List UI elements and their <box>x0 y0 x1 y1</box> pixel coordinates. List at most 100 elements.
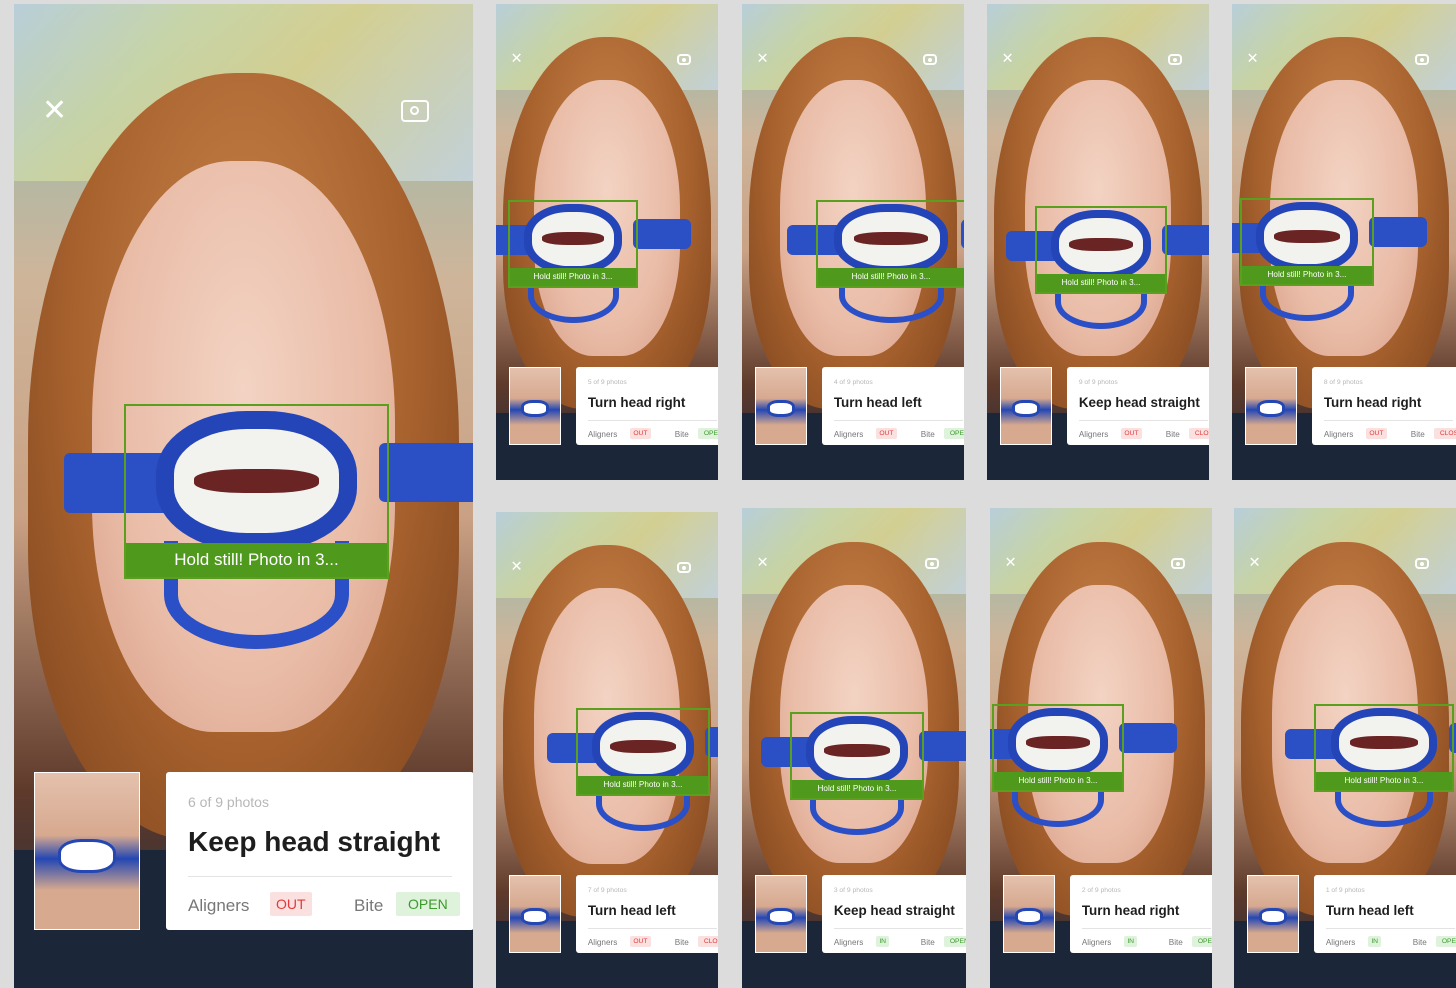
mouth-guide-frame: Hold still! Photo in 3... <box>1035 206 1167 294</box>
bite-status-badge: OPEN <box>1192 935 1212 948</box>
close-icon[interactable]: ✕ <box>42 96 67 126</box>
mouth-guide-frame: Hold still! Photo in 3... <box>992 704 1124 792</box>
previous-photo-thumbnail[interactable] <box>508 366 561 445</box>
photo-count: 3 of 9 photos <box>833 886 873 894</box>
photo-count: 9 of 9 photos <box>1078 378 1118 386</box>
previous-photo-thumbnail[interactable] <box>1246 874 1299 953</box>
aligners-status-badge: OUT <box>1121 427 1142 440</box>
guide-status-text: Hold still! Photo in 3... <box>792 779 922 798</box>
close-icon[interactable]: ✕ <box>1001 52 1013 67</box>
card-divider <box>188 876 452 877</box>
aligners-label: Aligners <box>188 896 250 915</box>
aligners-status-badge: OUT <box>876 427 897 440</box>
close-icon[interactable]: ✕ <box>1246 52 1258 67</box>
previous-photo-thumbnail[interactable] <box>754 366 807 445</box>
close-icon[interactable]: ✕ <box>510 560 522 575</box>
bite-status-badge: CLOSED <box>1434 427 1456 440</box>
bite-label: Bite <box>674 937 689 947</box>
mouth-guide-frame: Hold still! Photo in 3... <box>1314 704 1454 792</box>
capture-screen: Hold still! Photo in 3... ✕ 8 of 9 photos T… <box>1232 4 1456 480</box>
photo-count: 7 of 9 photos <box>587 886 627 894</box>
camera-switch-icon[interactable] <box>677 562 691 573</box>
capture-screen: Hold still! Photo in 3... ✕ 1 of 9 photos T… <box>1234 508 1456 988</box>
aligners-label: Aligners <box>1081 937 1112 947</box>
instruction-title: Turn head right <box>587 394 686 410</box>
mouth-guide-frame: Hold still! Photo in 3... <box>816 200 964 288</box>
mouth-guide-frame: Hold still! Photo in 3... <box>576 708 710 796</box>
card-divider <box>833 927 963 929</box>
instruction-title: Turn head right <box>1081 902 1180 918</box>
guide-status-text: Hold still! Photo in 3... <box>1242 265 1372 284</box>
aligners-status-badge: OUT <box>630 427 651 440</box>
aligners-label: Aligners <box>587 429 618 439</box>
capture-screen: Hold still! Photo in 3... ✕ 7 of 9 photos T… <box>496 512 718 988</box>
camera-switch-icon[interactable] <box>677 54 691 65</box>
bite-label: Bite <box>1165 429 1180 439</box>
previous-photo-thumbnail[interactable] <box>1002 874 1055 953</box>
bite-label: Bite <box>354 896 384 915</box>
instruction-title: Turn head left <box>833 394 922 410</box>
previous-photo-thumbnail[interactable] <box>754 874 807 953</box>
aligners-label: Aligners <box>587 937 618 947</box>
instruction-card: 1 of 9 photos Turn head left Aligners IN Bit… <box>1314 874 1456 953</box>
card-divider <box>1323 419 1453 421</box>
instruction-title: Turn head left <box>587 902 676 918</box>
capture-screen: Hold still! Photo in 3... ✕ 4 of 9 photos T… <box>742 4 964 480</box>
instruction-title: Keep head straight <box>1078 394 1200 410</box>
bite-label: Bite <box>1412 937 1427 947</box>
camera-switch-icon[interactable] <box>923 54 937 65</box>
instruction-title: Keep head straight <box>188 826 441 857</box>
bite-status-badge: OPEN <box>944 427 964 440</box>
instruction-card: 2 of 9 photos Turn head right Aligners IN Bi… <box>1070 874 1212 953</box>
aligners-label: Aligners <box>1078 429 1109 439</box>
instruction-card: 3 of 9 photos Keep head straight Aligners I… <box>822 874 966 953</box>
photo-count: 1 of 9 photos <box>1325 886 1365 894</box>
close-icon[interactable]: ✕ <box>1248 556 1260 571</box>
retractor-right-wing <box>1162 225 1209 256</box>
camera-switch-icon[interactable] <box>1171 558 1185 569</box>
card-divider <box>833 419 963 421</box>
bite-label: Bite <box>920 429 935 439</box>
camera-switch-icon[interactable] <box>925 558 939 569</box>
bite-status-badge: CLOSED <box>1189 427 1209 440</box>
card-divider <box>587 419 717 421</box>
aligners-status-badge: IN <box>1368 935 1382 948</box>
instruction-title: Turn head left <box>1325 902 1414 918</box>
photo-count: 6 of 9 photos <box>188 794 269 810</box>
instruction-title: Turn head right <box>1323 394 1422 410</box>
guide-status-text: Hold still! Photo in 3... <box>818 267 964 286</box>
instruction-card: 8 of 9 photos Turn head right Aligners OUT B… <box>1312 366 1456 445</box>
aligners-label: Aligners <box>833 429 864 439</box>
previous-photo-thumbnail[interactable] <box>1244 366 1297 445</box>
guide-status-text: Hold still! Photo in 3... <box>1316 771 1452 790</box>
guide-status-text: Hold still! Photo in 3... <box>126 543 387 577</box>
aligners-label: Aligners <box>833 937 864 947</box>
card-divider <box>1078 419 1208 421</box>
camera-switch-icon[interactable] <box>1415 558 1429 569</box>
photo-count: 5 of 9 photos <box>587 378 627 386</box>
photo-count: 8 of 9 photos <box>1323 378 1363 386</box>
capture-screen: Hold still! Photo in 3... ✕ 5 of 9 photos T… <box>496 4 718 480</box>
aligners-status-badge: IN <box>1124 935 1138 948</box>
photo-count: 4 of 9 photos <box>833 378 873 386</box>
previous-photo-thumbnail[interactable] <box>999 366 1052 445</box>
capture-screen: Hold still! Photo in 3... ✕ 9 of 9 photos K… <box>987 4 1209 480</box>
bite-status-badge: OPEN <box>698 427 718 440</box>
previous-photo-thumbnail[interactable] <box>34 772 140 930</box>
close-icon[interactable]: ✕ <box>756 52 768 67</box>
retractor-right-wing <box>633 219 691 250</box>
capture-screen: Hold still! Photo in 3... ✕ 3 of 9 photos K… <box>742 508 966 988</box>
previous-photo-thumbnail[interactable] <box>508 874 561 953</box>
instruction-title: Keep head straight <box>833 902 955 918</box>
camera-switch-icon[interactable] <box>401 100 429 122</box>
camera-switch-icon[interactable] <box>1168 54 1182 65</box>
instruction-card: 9 of 9 photos Keep head straight Aligners O… <box>1067 366 1209 445</box>
aligners-label: Aligners <box>1325 937 1356 947</box>
close-icon[interactable]: ✕ <box>756 556 768 571</box>
bite-label: Bite <box>920 937 935 947</box>
close-icon[interactable]: ✕ <box>510 52 522 67</box>
instruction-card: 7 of 9 photos Turn head left Aligners OUT Bi… <box>576 874 718 953</box>
retractor-right-wing <box>379 442 473 502</box>
close-icon[interactable]: ✕ <box>1004 556 1016 571</box>
camera-switch-icon[interactable] <box>1415 54 1429 65</box>
